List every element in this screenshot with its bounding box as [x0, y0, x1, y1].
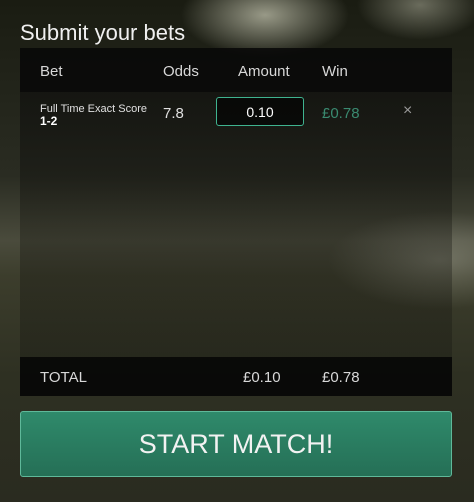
header-bet: Bet [40, 63, 63, 80]
header-win: Win [322, 63, 348, 80]
start-match-button[interactable]: START MATCH! [20, 411, 452, 477]
header-odds: Odds [163, 63, 199, 80]
bet-odds: 7.8 [163, 105, 184, 122]
bet-description: Full Time Exact Score 1-2 [40, 103, 147, 127]
bet-selection: 1-2 [40, 114, 58, 128]
total-win: £0.78 [322, 369, 360, 386]
bet-table-header: Bet Odds Amount Win [20, 48, 452, 92]
totals-row: TOTAL £0.10 £0.78 [20, 357, 452, 396]
bet-row: Full Time Exact Score 1-2 7.8 £0.78 × [20, 97, 452, 127]
bet-list: Full Time Exact Score 1-2 7.8 £0.78 × [20, 92, 452, 357]
bet-win: £0.78 [322, 105, 360, 122]
close-icon: × [403, 102, 413, 119]
page-title: Submit your bets [20, 20, 186, 45]
bet-slip-panel: Bet Odds Amount Win Full Time Exact Scor… [20, 48, 452, 396]
total-amount: £0.10 [243, 369, 281, 386]
remove-bet-button[interactable]: × [403, 102, 412, 120]
header-amount: Amount [238, 63, 290, 80]
bet-amount-input[interactable] [216, 97, 304, 126]
total-label: TOTAL [40, 369, 87, 386]
